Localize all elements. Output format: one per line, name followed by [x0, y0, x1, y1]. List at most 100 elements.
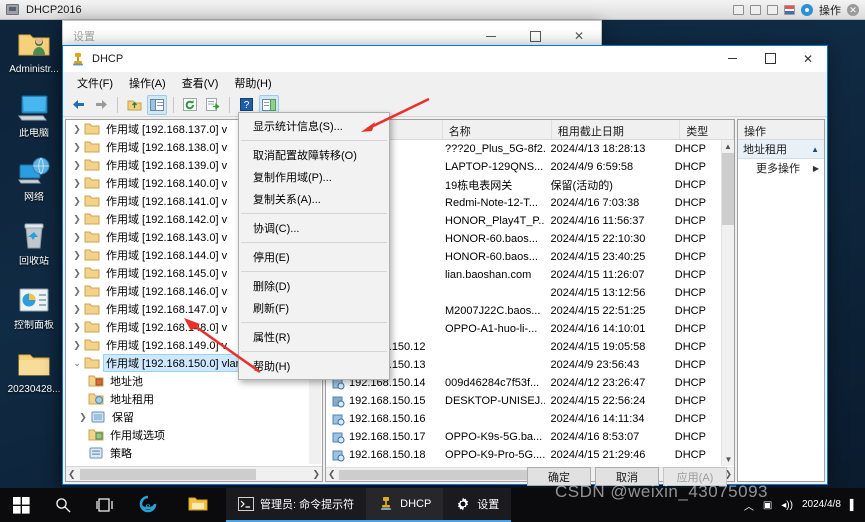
tree-item-scope[interactable]: ❯ 作用域 [192.168.151.0] vlan151 5楼办公	[66, 462, 322, 465]
taskbar-command-prompt[interactable]: 管理员: 命令提示符	[226, 488, 367, 522]
chevron-right-icon[interactable]: ❯	[70, 196, 84, 207]
chevron-right-icon[interactable]: ❯	[70, 340, 84, 351]
table-row[interactable]: 192.168.150.16 2024/4/16 14:11:34 DHCP	[326, 410, 721, 428]
task-view-icon[interactable]	[84, 488, 126, 522]
apply-button[interactable]: 应用(A)	[663, 467, 727, 486]
actions-group-address-lease[interactable]: 地址租用 ▲	[738, 140, 824, 159]
menu-item-deconfigure-failover[interactable]: 取消配置故障转移(O)	[239, 144, 389, 166]
chevron-right-icon[interactable]: ❯	[76, 412, 90, 423]
taskbar-dhcp[interactable]: DHCP	[366, 488, 444, 522]
table-row[interactable]: 192.168.150.19 MiWiFi-R4CM.ba... 2024/4/…	[326, 464, 721, 466]
menu-item-replication-relationship[interactable]: 复制关系(A)...	[239, 188, 389, 210]
action-more-actions[interactable]: 更多操作 ▶	[738, 159, 824, 177]
menu-item-help[interactable]: 帮助(H)	[239, 355, 389, 377]
desktop-icon-administrator[interactable]: Administr...	[0, 22, 68, 77]
export-list-icon[interactable]	[203, 95, 223, 115]
column-header-type[interactable]: 类型	[680, 120, 734, 139]
list-vertical-scrollbar[interactable]: ▲ ▼	[721, 140, 734, 466]
menu-action[interactable]: 操作(A)	[121, 73, 174, 93]
chevron-right-icon[interactable]: ❯	[70, 304, 84, 315]
chevron-right-icon[interactable]: ❯	[70, 232, 84, 243]
table-row[interactable]: 192.168.150.18 OPPO-K9-Pro-5G.... 2024/4…	[326, 446, 721, 464]
tree-item-label: 作用域 [192.168.143.0] v	[106, 232, 228, 244]
menu-item-replicate-scope[interactable]: 复制作用域(P)...	[239, 166, 389, 188]
tree-item-reservation[interactable]: ❯ 保留	[66, 408, 322, 426]
show-hide-tree-icon[interactable]	[147, 94, 167, 115]
dhcp-maximize-button[interactable]	[751, 46, 789, 72]
list-scroll-thumb[interactable]	[722, 153, 734, 225]
chevron-right-icon[interactable]: ❯	[70, 268, 84, 279]
menu-item-delete[interactable]: 删除(D)	[239, 275, 389, 297]
tree-horizontal-scrollbar[interactable]: ❮ ❯	[66, 466, 322, 481]
window-icon-2[interactable]	[750, 4, 761, 15]
ok-button[interactable]: 确定	[527, 467, 591, 486]
taskbar-internet-explorer[interactable]: e	[126, 488, 176, 522]
desktop-icon-recycle-bin[interactable]: 回收站	[0, 214, 68, 269]
menu-item-reconcile[interactable]: 协调(C)...	[239, 217, 389, 239]
chevron-right-icon[interactable]: ❯	[70, 214, 84, 225]
scroll-left-icon[interactable]: ❮	[68, 469, 76, 480]
chevron-right-icon[interactable]: ❯	[70, 142, 84, 153]
menu-help[interactable]: 帮助(H)	[226, 73, 279, 93]
up-folder-icon[interactable]	[124, 95, 144, 115]
tray-network-icon[interactable]: ▣	[763, 500, 772, 511]
taskbar-clock[interactable]: 2024/4/8	[802, 499, 841, 511]
chevron-down-icon[interactable]: ⌄	[70, 358, 84, 369]
column-header-lease-expiration[interactable]: 租用截止日期	[552, 120, 681, 139]
settings-gear-icon	[458, 497, 469, 511]
scroll-down-icon[interactable]: ▼	[722, 453, 734, 466]
menu-item-properties[interactable]: 属性(R)	[239, 326, 389, 348]
windows-start-icon[interactable]	[0, 488, 42, 522]
tree-item-scope-options[interactable]: 作用域选项	[66, 426, 322, 444]
chevron-right-icon[interactable]: ❯	[70, 178, 84, 189]
list-hscroll-thumb[interactable]	[339, 470, 532, 480]
chevron-right-icon[interactable]: ▶	[813, 164, 819, 173]
flag-icon[interactable]	[784, 4, 795, 15]
folder-icon	[84, 266, 100, 280]
menu-item-show-statistics[interactable]: 显示统计信息(S)...	[239, 115, 389, 137]
window-icon-1[interactable]	[733, 4, 744, 15]
tree-hscroll-thumb[interactable]	[80, 469, 256, 480]
taskbar-file-explorer[interactable]	[176, 488, 226, 522]
desktop-icon-control-panel[interactable]: 控制面板	[0, 278, 68, 333]
lease-name: M2007J22C.baos...	[445, 305, 541, 317]
chevron-right-icon[interactable]: ❯	[70, 124, 84, 135]
dhcp-close-button[interactable]: ✕	[789, 46, 827, 72]
scroll-left-icon[interactable]: ❮	[328, 469, 336, 480]
dhcp-minimize-button[interactable]	[713, 46, 751, 72]
gear-icon[interactable]	[801, 3, 813, 16]
scroll-up-icon[interactable]: ▲	[722, 140, 734, 153]
menu-item-deactivate[interactable]: 停用(E)	[239, 246, 389, 268]
desktop-icon-this-pc[interactable]: 此电脑	[0, 86, 68, 141]
desktop-icon-network[interactable]: 网络	[0, 150, 68, 205]
table-row[interactable]: 192.168.150.15 DESKTOP-UNISEJ... 2024/4/…	[326, 392, 721, 410]
search-icon[interactable]	[42, 488, 84, 522]
tree-item-address-lease[interactable]: 地址租用	[66, 390, 322, 408]
vm-action-label[interactable]: 操作	[819, 2, 841, 18]
table-row[interactable]: 192.168.150.17 OPPO-K9s-5G.ba... 2024/4/…	[326, 428, 721, 446]
chevron-right-icon[interactable]: ❯	[70, 160, 84, 171]
refresh-icon[interactable]	[180, 95, 200, 115]
scroll-right-icon[interactable]: ❯	[312, 469, 320, 480]
menu-file[interactable]: 文件(F)	[69, 73, 121, 93]
close-icon[interactable]: ✕	[847, 3, 859, 16]
forward-arrow-icon[interactable]	[91, 95, 111, 115]
show-desktop-button[interactable]: ▌	[850, 500, 857, 511]
tree-item-policy[interactable]: 策略	[66, 444, 322, 462]
column-header-name[interactable]: 名称	[443, 120, 552, 139]
desktop-icon-folder-20230428[interactable]: 20230428...	[0, 342, 68, 397]
back-arrow-icon[interactable]	[68, 95, 88, 115]
vm-title: DHCP2016	[26, 3, 82, 16]
taskbar-settings[interactable]: 设置	[443, 488, 512, 522]
menu-view[interactable]: 查看(V)	[174, 73, 227, 93]
tray-volume-icon[interactable]: ◂))	[781, 500, 793, 511]
lease-expiration: 2024/4/15 22:10:30	[550, 233, 646, 245]
cancel-button[interactable]: 取消	[595, 467, 659, 486]
window-icon-3[interactable]	[767, 4, 778, 15]
chevron-right-icon[interactable]: ❯	[70, 322, 84, 333]
menu-item-refresh[interactable]: 刷新(F)	[239, 297, 389, 319]
tray-chevron-icon[interactable]: ︿	[744, 498, 754, 513]
chevron-right-icon[interactable]: ❯	[70, 286, 84, 297]
chevron-right-icon[interactable]: ❯	[70, 250, 84, 261]
chevron-up-icon[interactable]: ▲	[811, 145, 819, 154]
